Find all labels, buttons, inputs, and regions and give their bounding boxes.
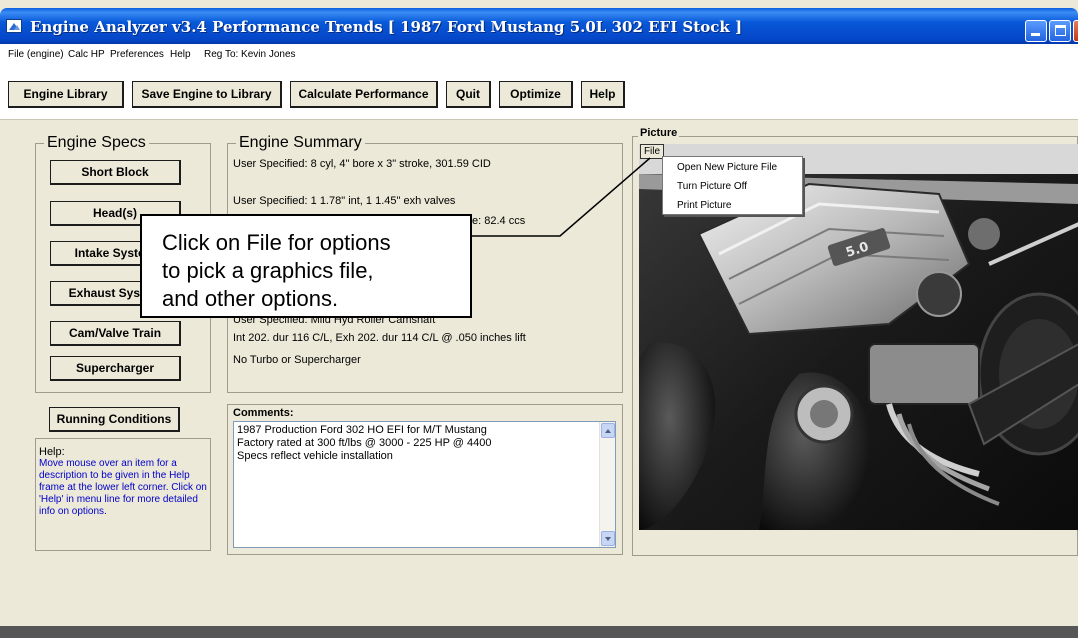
- callout-box: Click on File for options to pick a grap…: [140, 214, 472, 318]
- callout-connector: [472, 157, 651, 237]
- callout-line: and other options.: [162, 286, 339, 311]
- taskbar-strip: [0, 626, 1078, 638]
- callout-line: Click on File for options: [162, 230, 391, 255]
- callout-line: to pick a graphics file,: [162, 258, 374, 283]
- app-window: Engine Analyzer v3.4 Performance Trends …: [0, 0, 1078, 638]
